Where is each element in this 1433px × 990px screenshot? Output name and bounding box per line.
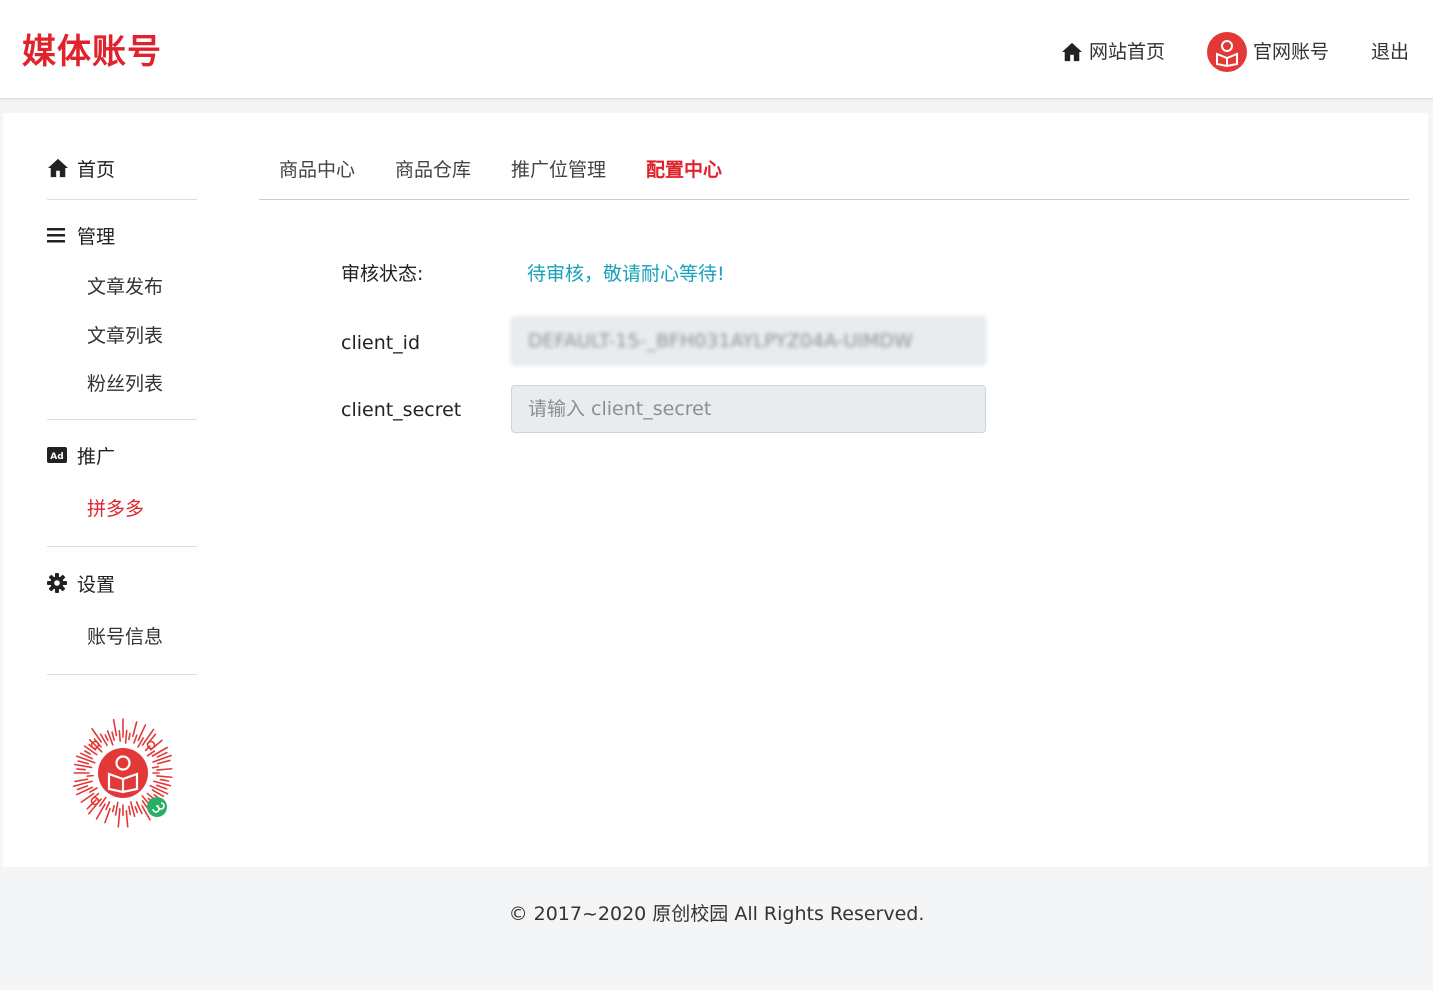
sidebar-settings-label: 设置 (77, 573, 116, 596)
sidebar-section-promo: Ad 推广 (47, 440, 200, 470)
sidebar-item-home[interactable]: 首页 (47, 153, 200, 183)
home-icon (47, 158, 69, 178)
tab-bar: 商品中心 商品仓库 推广位管理 配置中心 (259, 153, 1409, 200)
sidebar-item-article-list[interactable]: 文章列表 (47, 321, 200, 351)
tab-promotion-slots[interactable]: 推广位管理 (491, 153, 626, 187)
site-home-link[interactable]: 网站首页 (1061, 40, 1165, 64)
status-label: 审核状态: (341, 263, 424, 285)
top-nav: 网站首页 官网账号 退出 (1019, 30, 1409, 74)
client-secret-input[interactable] (511, 385, 986, 433)
logout-link[interactable]: 退出 (1371, 40, 1409, 64)
sidebar-item-fans-list[interactable]: 粉丝列表 (47, 369, 200, 399)
sidebar-item-article-publish[interactable]: 文章发布 (47, 272, 200, 302)
mini-program-badge-icon (147, 797, 167, 817)
tab-product-warehouse[interactable]: 商品仓库 (375, 153, 491, 187)
mini-program-code[interactable] (67, 717, 179, 833)
main-card: 首页 管理 文章发布 文章列表 粉丝列表 Ad 推广 拼多多 设置 账号信息 商… (3, 113, 1428, 867)
footer-copyright: © 2017~2020 原创校园 All Rights Reserved. (508, 903, 925, 925)
avatar-icon (1206, 32, 1247, 72)
site-home-label: 网站首页 (1088, 41, 1165, 63)
menu-icon (47, 227, 69, 243)
sidebar-manage-label: 管理 (77, 225, 116, 248)
client-secret-label: client_secret (341, 399, 462, 421)
sidebar: 首页 管理 文章发布 文章列表 粉丝列表 Ad 推广 拼多多 设置 账号信息 (47, 113, 200, 675)
sidebar-home-label: 首页 (77, 158, 116, 181)
sidebar-section-manage: 管理 (47, 220, 200, 250)
client-id-label: client_id (341, 332, 421, 354)
sidebar-item-account-info[interactable]: 账号信息 (47, 622, 200, 652)
site-logo[interactable]: 媒体账号 (22, 30, 162, 74)
sidebar-divider (47, 674, 197, 675)
sidebar-promo-label: 推广 (77, 445, 116, 468)
sidebar-section-settings: 设置 (47, 568, 200, 598)
gear-icon (47, 573, 69, 593)
sidebar-item-pinduoduo[interactable]: 拼多多 (47, 494, 200, 524)
home-icon (1061, 42, 1083, 62)
tab-product-center[interactable]: 商品中心 (259, 153, 375, 187)
ad-icon: Ad (47, 447, 69, 463)
client-id-field[interactable]: DEFAULT-15-_BFH031AYLPYZ04A-UIMDW (511, 317, 986, 365)
official-account-link[interactable]: 官网账号 (1206, 32, 1329, 72)
status-value: 待审核，敬请耐心等待! (527, 263, 725, 285)
official-account-label: 官网账号 (1252, 41, 1329, 63)
top-header: 媒体账号 网站首页 官网账号 退出 (0, 0, 1433, 99)
tab-config-center[interactable]: 配置中心 (626, 153, 742, 187)
svg-text:Ad: Ad (50, 452, 63, 462)
